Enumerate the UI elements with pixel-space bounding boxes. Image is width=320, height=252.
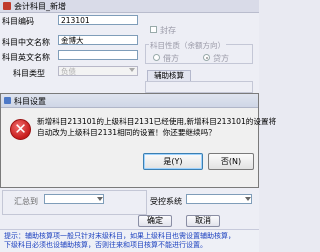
tip-text: 提示：辅助核算项一般只针对末级科目，如果上级科目也需设置辅助核算， 下级科目必须… <box>4 232 256 250</box>
tip-bar: 提示：辅助核算项一般只针对末级科目，如果上级科目也需设置辅助核算， 下级科目必须… <box>0 229 259 252</box>
window-title: 会计科目_新增 <box>14 2 66 11</box>
seal-checkbox[interactable] <box>150 26 157 33</box>
tab-assist[interactable]: 辅助核算 <box>147 70 191 81</box>
chevron-down-icon <box>97 197 103 201</box>
window-title-bar: 会计科目_新增 <box>0 0 259 13</box>
subject-settings-dialog: 科目设置 ✕ 新增科目213101的上级科目2131已经使用,新增科目21310… <box>0 93 277 188</box>
confirm-button[interactable]: 确定 <box>138 215 172 227</box>
summary-select[interactable] <box>44 194 104 204</box>
nature-debit-radio[interactable] <box>153 54 160 61</box>
yes-button[interactable]: 是(Y) <box>143 153 203 170</box>
seal-label: 封存 <box>160 26 176 35</box>
chevron-down-icon <box>245 197 251 201</box>
app-icon <box>3 2 11 10</box>
dialog-title-bar: 科目设置 <box>1 94 258 108</box>
dialog-app-icon <box>4 97 11 104</box>
type-label: 科目类型 <box>13 69 45 78</box>
nature-credit-radio[interactable] <box>203 54 210 61</box>
summary-label: 汇总到 <box>14 197 38 206</box>
system-label: 受控系统 <box>150 197 182 206</box>
code-label: 科目编码 <box>2 17 34 26</box>
dialog-message-line: 自动改为上级科目2131相同的设置！你还要继续吗？ <box>37 128 216 137</box>
assist-panel <box>145 81 253 93</box>
dialog-title: 科目设置 <box>14 97 46 106</box>
cn-name-label: 科目中文名称 <box>2 38 50 47</box>
error-icon: ✕ <box>10 119 31 140</box>
cancel-button[interactable]: 取消 <box>186 215 220 227</box>
nature-debit-label: 借方 <box>163 54 179 63</box>
type-select-value: 负债 <box>61 67 76 76</box>
system-select[interactable] <box>186 194 252 204</box>
tip-line: 提示：辅助核算项一般只针对末级科目，如果上级科目也需设置辅助核算， <box>4 232 235 240</box>
tip-line: 下级科目必须也设辅助核算，否则往来和项目核算不能进行设置。 <box>4 241 207 249</box>
cn-name-input[interactable]: 金博大 <box>58 35 138 45</box>
no-button[interactable]: 否(N) <box>208 153 254 170</box>
nature-group-title: 科目性质（余额方向） <box>149 40 226 51</box>
nature-credit-label: 贷方 <box>213 54 229 63</box>
dialog-message-line: 新增科目213101的上级科目2131已经使用,新增科目213101的设置将 <box>37 117 277 126</box>
en-name-label: 科目英文名称 <box>2 53 50 62</box>
chevron-down-icon <box>129 68 135 72</box>
type-select[interactable]: 负债 <box>58 66 138 76</box>
code-input[interactable]: 213101 <box>58 15 138 25</box>
en-name-input[interactable] <box>58 50 138 60</box>
dialog-message: 新增科目213101的上级科目2131已经使用,新增科目213101的设置将 自… <box>37 116 277 138</box>
